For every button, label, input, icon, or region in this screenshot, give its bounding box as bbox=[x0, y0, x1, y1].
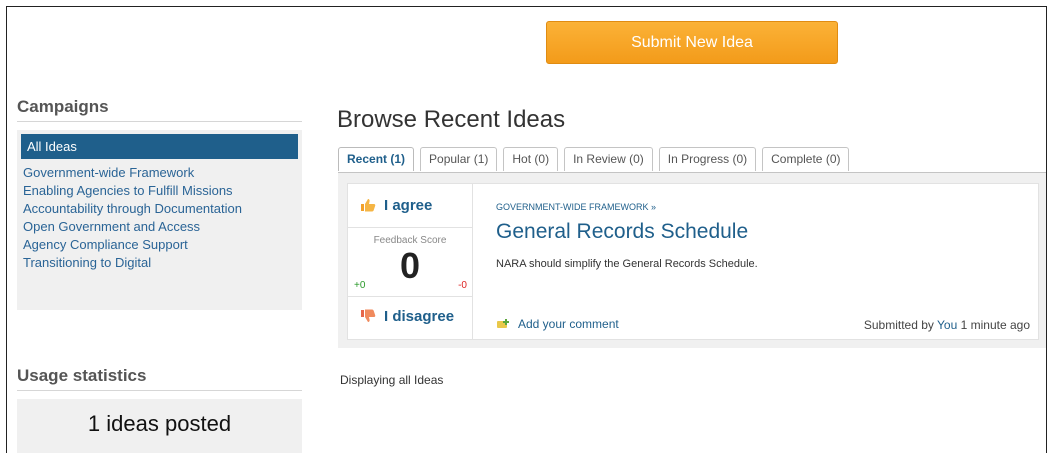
campaigns-title: Campaigns bbox=[17, 97, 302, 122]
campaign-enabling-agencies[interactable]: Enabling Agencies to Fulfill Missions bbox=[21, 182, 298, 200]
feedback-score: Feedback Score 0 +0 -0 bbox=[348, 227, 472, 297]
tab-in-progress[interactable]: In Progress (0) bbox=[658, 147, 757, 171]
disagree-button[interactable]: I disagree bbox=[360, 308, 454, 325]
agree-label: I agree bbox=[384, 197, 433, 214]
thumbs-down-icon bbox=[361, 309, 376, 322]
agree-button[interactable]: I agree bbox=[360, 197, 432, 214]
submitted-time: 1 minute ago bbox=[960, 318, 1030, 332]
campaigns-panel: Campaigns All Ideas Government-wide Fram… bbox=[17, 97, 302, 310]
submit-new-idea-button[interactable]: Submit New Idea bbox=[546, 21, 838, 64]
score-negative: -0 bbox=[458, 280, 467, 291]
displaying-status: Displaying all Ideas bbox=[340, 373, 444, 387]
add-comment-label: Add your comment bbox=[518, 317, 619, 331]
submitted-info: Submitted by You 1 minute ago bbox=[864, 318, 1030, 332]
campaign-transitioning-digital[interactable]: Transitioning to Digital bbox=[21, 254, 298, 272]
campaign-accountability[interactable]: Accountability through Documentation bbox=[21, 200, 298, 218]
disagree-label: I disagree bbox=[384, 308, 455, 325]
thumbs-up-icon bbox=[361, 199, 376, 212]
ideas-posted-stat: 1 ideas posted bbox=[17, 399, 302, 437]
idea-title-link[interactable]: General Records Schedule bbox=[496, 220, 748, 244]
page-frame: Submit New Idea Campaigns All Ideas Gove… bbox=[6, 6, 1047, 453]
tab-hot[interactable]: Hot (0) bbox=[503, 147, 559, 171]
tab-complete[interactable]: Complete (0) bbox=[762, 147, 850, 171]
usage-statistics-box: 1 ideas posted bbox=[17, 399, 302, 453]
idea-list-panel: I agree Feedback Score 0 +0 -0 I disagre… bbox=[338, 172, 1046, 348]
tab-recent[interactable]: Recent (1) bbox=[338, 147, 415, 171]
campaign-all-ideas[interactable]: All Ideas bbox=[21, 134, 298, 159]
idea-tabs: Recent (1) Popular (1) Hot (0) In Review… bbox=[338, 147, 855, 172]
score-positive: +0 bbox=[354, 280, 366, 291]
add-comment-link[interactable]: Add your comment bbox=[496, 317, 619, 331]
page-title: Browse Recent Ideas bbox=[337, 106, 566, 133]
feedback-score-value: 0 bbox=[399, 245, 421, 286]
vote-column: I agree Feedback Score 0 +0 -0 I disagre… bbox=[348, 184, 473, 339]
idea-description: NARA should simplify the General Records… bbox=[496, 258, 758, 270]
submitted-prefix: Submitted by bbox=[863, 318, 934, 332]
idea-category-link[interactable]: GOVERNMENT-WIDE FRAMEWORK » bbox=[496, 202, 656, 212]
submitted-user-link[interactable]: You bbox=[937, 318, 957, 332]
comment-add-icon bbox=[497, 319, 509, 328]
idea-card: I agree Feedback Score 0 +0 -0 I disagre… bbox=[347, 183, 1039, 340]
campaign-list: All Ideas Government-wide Framework Enab… bbox=[17, 130, 302, 310]
ideas-posted-count: 1 bbox=[87, 411, 101, 436]
usage-statistics-title: Usage statistics bbox=[17, 366, 302, 391]
campaign-open-government[interactable]: Open Government and Access bbox=[21, 218, 298, 236]
campaign-agency-compliance[interactable]: Agency Compliance Support bbox=[21, 236, 298, 254]
tab-popular[interactable]: Popular (1) bbox=[420, 147, 498, 171]
ideas-posted-label: ideas posted bbox=[106, 411, 232, 436]
campaign-government-wide-framework[interactable]: Government-wide Framework bbox=[21, 164, 298, 182]
tab-in-review[interactable]: In Review (0) bbox=[564, 147, 653, 171]
